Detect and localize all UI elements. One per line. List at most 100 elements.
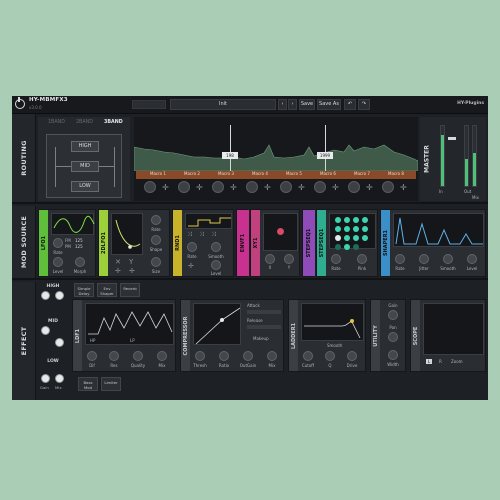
module-bar[interactable]: COMPRESSOR bbox=[181, 300, 190, 371]
close-icon[interactable]: ✕ bbox=[115, 258, 121, 266]
band-mid-button[interactable]: MID bbox=[71, 161, 99, 172]
band-high-label[interactable]: HIGH bbox=[38, 284, 68, 289]
rate-knob[interactable] bbox=[151, 215, 161, 225]
band-mid-label[interactable]: MID bbox=[38, 319, 68, 324]
preset-selector[interactable]: Init bbox=[170, 99, 276, 110]
ratio-knob[interactable] bbox=[219, 351, 229, 361]
macro-knob[interactable] bbox=[314, 181, 326, 193]
prev-preset-button[interactable]: ‹ bbox=[278, 99, 287, 110]
module-bar[interactable]: LDF1 bbox=[73, 300, 82, 371]
gain-knob[interactable] bbox=[388, 310, 398, 320]
macro-knob[interactable] bbox=[144, 181, 156, 193]
level-knob[interactable] bbox=[211, 260, 221, 270]
macro-target-icon[interactable]: ✛ bbox=[400, 183, 407, 192]
crossover-marker-2[interactable] bbox=[325, 125, 326, 171]
crossover-value-2[interactable]: 1999 bbox=[317, 152, 333, 159]
macro-target-icon[interactable]: ✛ bbox=[230, 183, 237, 192]
scope-zoom-label[interactable]: Zoom bbox=[451, 359, 463, 364]
rate-knob[interactable] bbox=[53, 238, 63, 248]
macro-knob[interactable] bbox=[382, 181, 394, 193]
preset-folder[interactable] bbox=[132, 100, 166, 109]
module-color-bar[interactable]: STEPSEQ1 bbox=[303, 210, 315, 276]
macro-knob[interactable] bbox=[280, 181, 292, 193]
drive-knob[interactable] bbox=[347, 351, 357, 361]
x-knob[interactable] bbox=[265, 254, 275, 264]
pink-knob[interactable] bbox=[357, 254, 367, 264]
tab-3band[interactable]: 3BAND bbox=[104, 120, 123, 125]
macro-knob[interactable] bbox=[246, 181, 258, 193]
power-icon[interactable] bbox=[15, 97, 25, 109]
scope-left-button[interactable]: L bbox=[426, 359, 433, 364]
crossover-marker-1[interactable] bbox=[230, 125, 231, 171]
res-knob[interactable] bbox=[109, 351, 119, 361]
macro-target-icon[interactable]: ✛ bbox=[366, 183, 373, 192]
rate-knob[interactable] bbox=[331, 254, 341, 264]
band-low-label[interactable]: LOW bbox=[38, 359, 68, 364]
module-color-bar[interactable]: RND1 bbox=[173, 210, 182, 276]
module-bar[interactable]: SCOPE bbox=[411, 300, 420, 371]
macro-target-icon[interactable]: ✛ bbox=[162, 183, 169, 192]
smooth-knob[interactable] bbox=[443, 254, 453, 264]
ladder-display[interactable] bbox=[301, 303, 364, 341]
fm-value[interactable]: 125 bbox=[75, 238, 83, 243]
xy-handle[interactable] bbox=[277, 228, 284, 235]
lp-label[interactable]: LP bbox=[130, 338, 135, 343]
filter-display[interactable]: HP LP bbox=[85, 303, 174, 345]
input-fader[interactable] bbox=[448, 137, 456, 140]
spectrum-analyzer[interactable]: 198 1999 Macro 1 Macro 2 Macro 3 Macro 4… bbox=[134, 117, 418, 201]
random-icon[interactable]: ⤨ bbox=[187, 231, 192, 239]
morph-knob[interactable] bbox=[75, 257, 85, 267]
undo-button[interactable]: ↶ bbox=[344, 99, 356, 110]
chain-slot[interactable]: Bass Mod bbox=[78, 377, 98, 391]
dif-knob[interactable] bbox=[87, 351, 97, 361]
smooth-knob[interactable] bbox=[211, 242, 221, 252]
chain-slot[interactable]: Simple Delay bbox=[74, 283, 94, 297]
y-icon[interactable]: Y bbox=[129, 258, 133, 266]
module-color-bar[interactable]: ENVF1 bbox=[237, 210, 249, 276]
mix-knob[interactable] bbox=[157, 351, 167, 361]
tab-1band[interactable]: 1BAND bbox=[48, 120, 65, 125]
attack-slider[interactable] bbox=[247, 310, 281, 314]
target-icon[interactable]: ✛ bbox=[188, 262, 194, 270]
save-as-button[interactable]: Save As bbox=[317, 99, 341, 110]
pm-value[interactable]: 125 bbox=[75, 244, 83, 249]
macro-target-icon[interactable]: ✛ bbox=[196, 183, 203, 192]
step-grid[interactable] bbox=[329, 213, 376, 250]
outgain-knob[interactable] bbox=[243, 351, 253, 361]
crossover-value-1[interactable]: 198 bbox=[222, 152, 238, 159]
macro-knob[interactable] bbox=[212, 181, 224, 193]
redo-button[interactable]: ↷ bbox=[358, 99, 370, 110]
chain-slot[interactable]: Env Shaper bbox=[97, 283, 117, 297]
module-bar[interactable]: UTILITY bbox=[371, 300, 380, 371]
high-gain-knob[interactable] bbox=[41, 291, 50, 300]
module-color-bar[interactable]: LFO1 bbox=[39, 210, 48, 276]
rate-knob[interactable] bbox=[187, 242, 197, 252]
next-preset-button[interactable]: › bbox=[288, 99, 297, 110]
random-display[interactable] bbox=[185, 213, 232, 229]
scope-right-button[interactable]: R bbox=[439, 359, 442, 364]
scope-display[interactable] bbox=[423, 303, 484, 355]
macro-target-icon[interactable]: ✛ bbox=[298, 183, 305, 192]
hp-label[interactable]: HP bbox=[90, 338, 95, 343]
band-low-button[interactable]: LOW bbox=[71, 181, 99, 192]
target-icon[interactable]: ✛ bbox=[129, 267, 135, 275]
random-icon[interactable]: ⤨ bbox=[211, 231, 216, 239]
module-bar[interactable]: LADDER1 bbox=[289, 300, 298, 371]
y-knob[interactable] bbox=[284, 254, 294, 264]
module-color-bar[interactable]: 2DLFO1 bbox=[99, 210, 108, 276]
quality-knob[interactable] bbox=[133, 351, 143, 361]
shape-knob[interactable] bbox=[151, 235, 161, 245]
2d-lfo-display[interactable] bbox=[111, 213, 143, 255]
cutoff-knob[interactable] bbox=[303, 351, 313, 361]
macro-knob[interactable] bbox=[348, 181, 360, 193]
mid-mix-knob[interactable] bbox=[55, 338, 64, 347]
mid-gain-knob[interactable] bbox=[41, 326, 50, 335]
chain-slot[interactable]: Reverb bbox=[120, 283, 140, 297]
high-mix-knob[interactable] bbox=[55, 291, 64, 300]
macro-target-icon[interactable]: ✛ bbox=[332, 183, 339, 192]
band-high-button[interactable]: HIGH bbox=[71, 141, 99, 152]
save-button[interactable]: Save bbox=[299, 99, 315, 110]
width-knob[interactable] bbox=[388, 350, 398, 360]
chain-slot[interactable]: Limiter bbox=[101, 377, 121, 391]
jitter-knob[interactable] bbox=[419, 254, 429, 264]
